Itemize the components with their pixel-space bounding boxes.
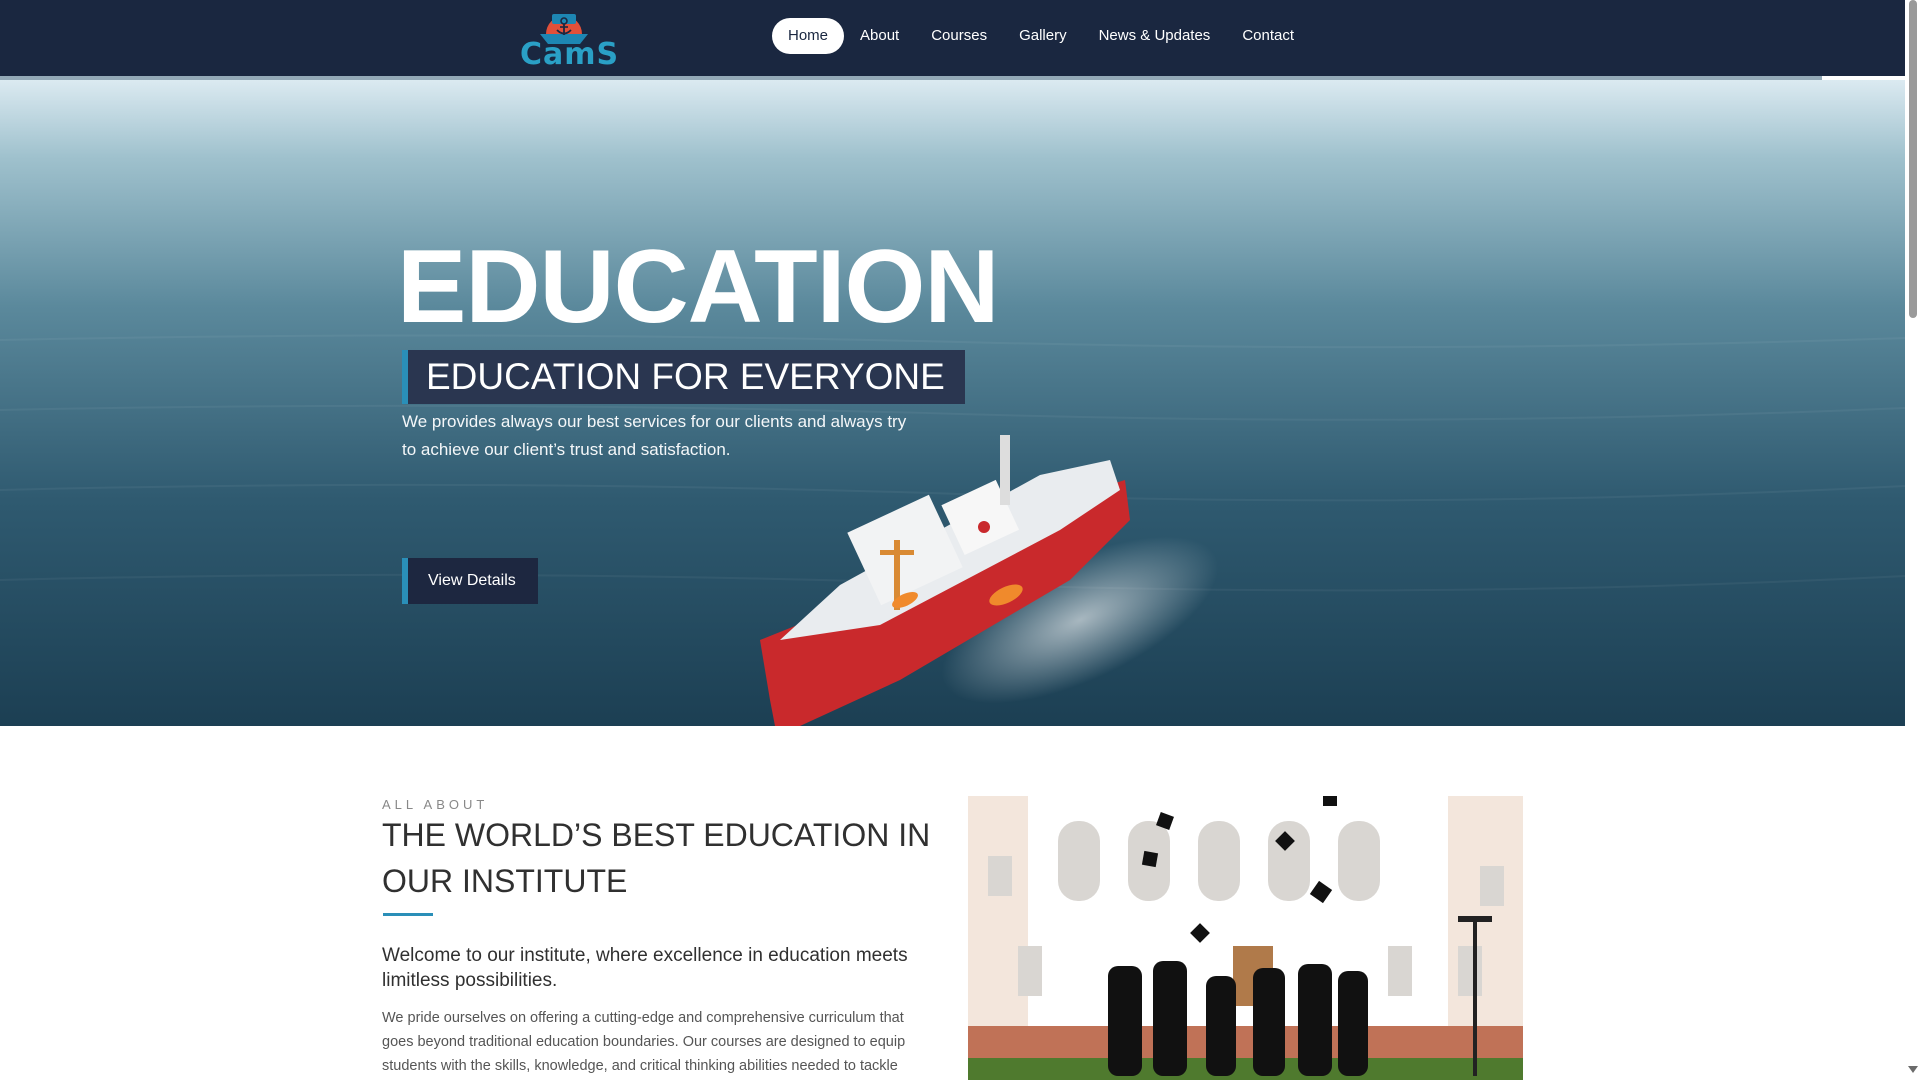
nav-home[interactable]: Home [772,18,845,54]
view-details-button[interactable]: View Details [402,558,538,604]
site-header: CamS Home About Courses Gallery News & U… [0,0,1905,76]
nav-gallery[interactable]: Gallery [1003,18,1083,54]
nav-courses[interactable]: Courses [915,18,1003,54]
scrollbar-thumb[interactable] [1909,0,1917,318]
page-scrollbar[interactable] [1905,0,1920,1080]
site-logo[interactable]: CamS [518,4,620,72]
nav-about[interactable]: About [844,18,915,54]
about-title-underline [383,913,433,916]
about-eyebrow: ALL ABOUT [382,797,489,812]
main-nav: Home About Courses Gallery News & Update… [772,18,1310,54]
nav-news-updates[interactable]: News & Updates [1083,18,1227,54]
about-body: We pride ourselves on offering a cutting… [382,1010,906,1074]
graduates-building-image [968,796,1523,1080]
scroll-down-arrow-icon[interactable] [1908,1066,1918,1073]
hero-description: We provides always our best services for… [402,412,907,459]
nav-contact[interactable]: Contact [1226,18,1310,54]
hero-subtitle: EDUCATION FOR EVERYONE [402,350,965,404]
hero-title: EDUCATION [397,229,999,345]
about-lead: Welcome to our institute, where excellen… [382,945,908,991]
graduation-photo [968,796,1523,1080]
hero-banner: EDUCATION EDUCATION FOR EVERYONE We prov… [0,80,1905,726]
about-title: THE WORLD’S BEST EDUCATION IN OUR INSTIT… [382,817,931,899]
logo-text: CamS [520,37,620,72]
